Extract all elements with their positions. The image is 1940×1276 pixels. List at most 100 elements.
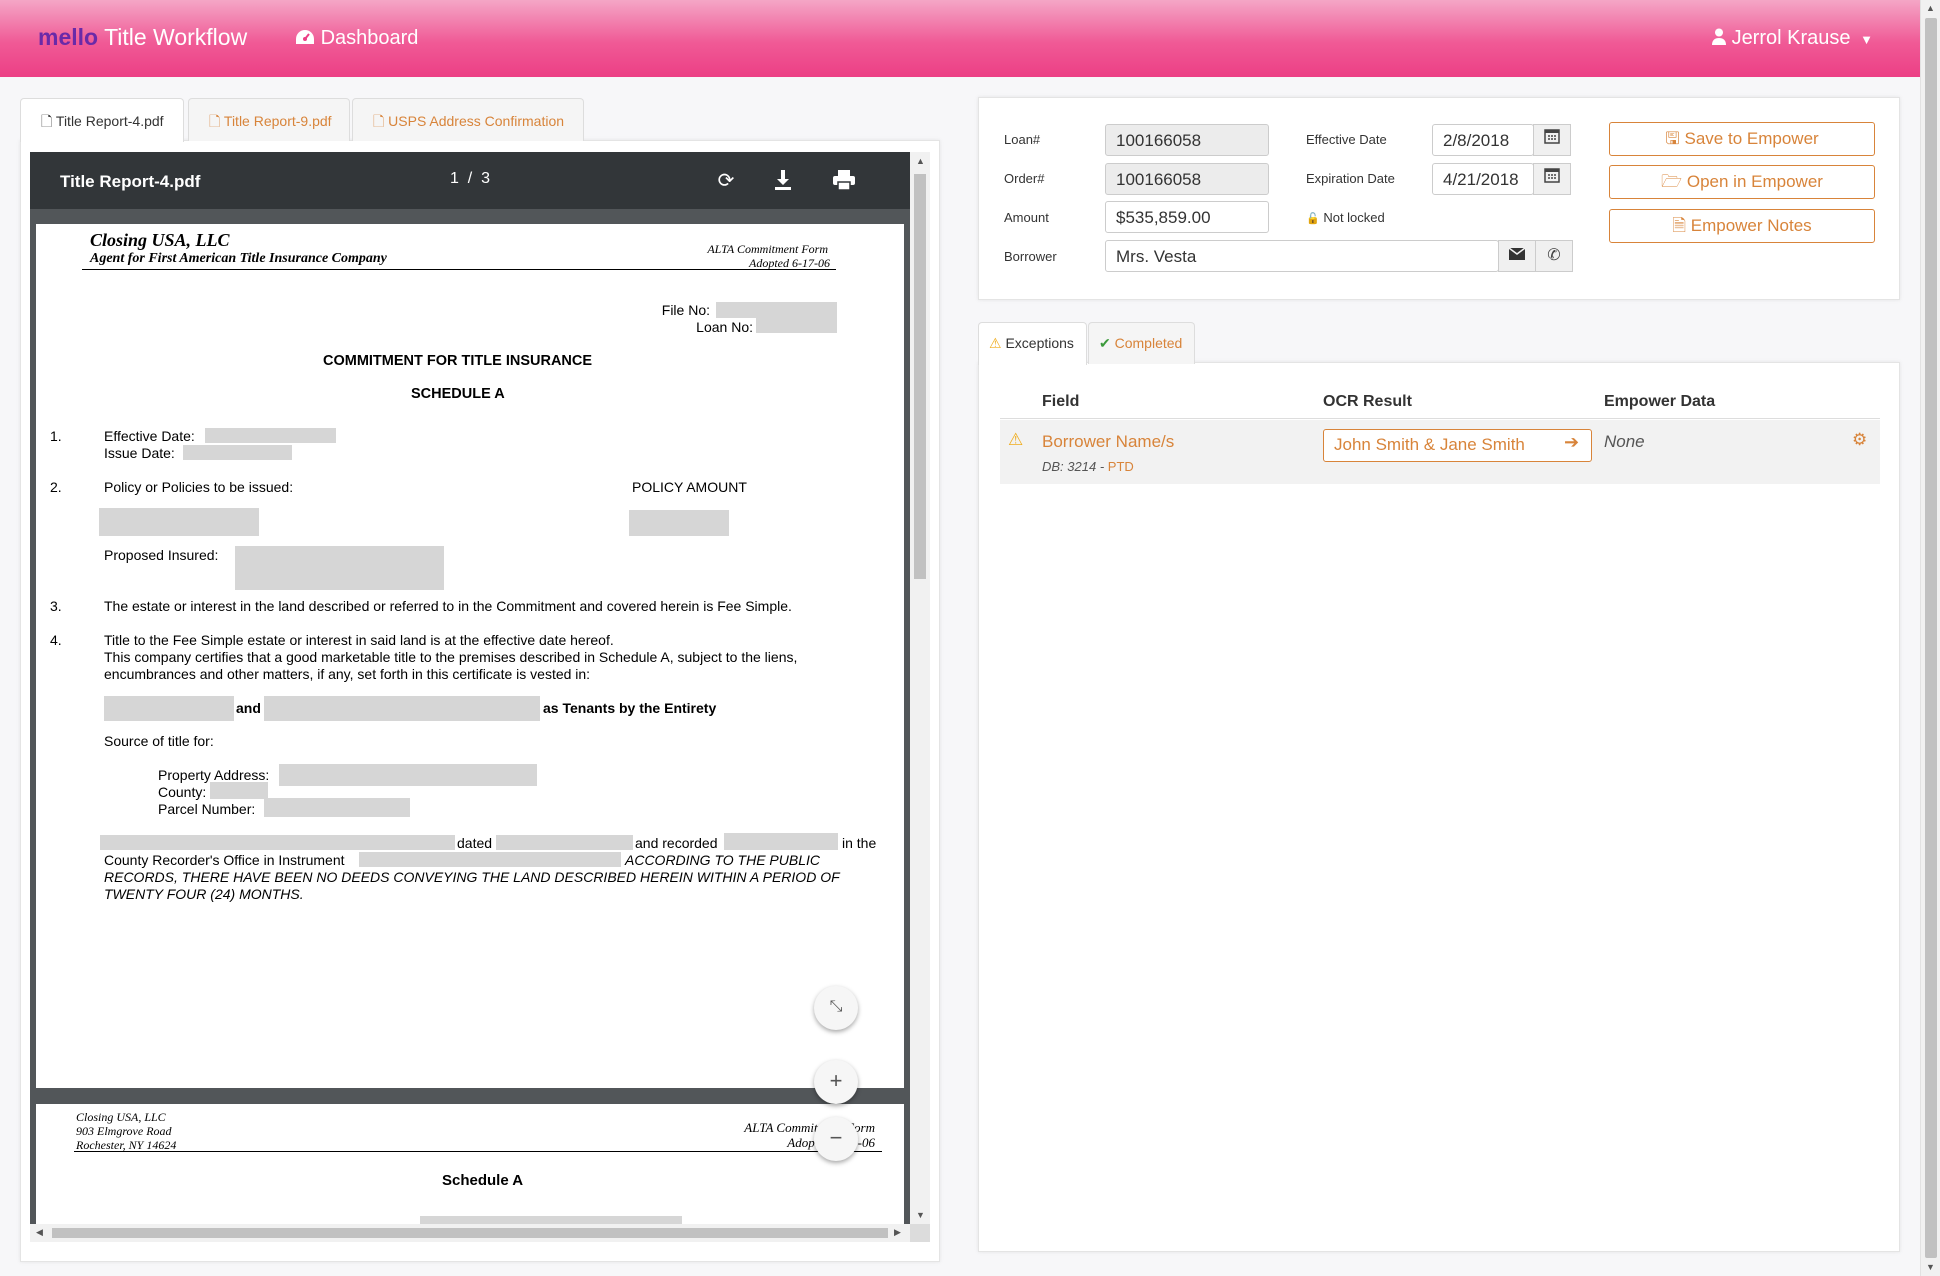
scroll-up-arrow-icon[interactable]: ▲ [916,156,925,166]
loan-no-label: Loan No: [696,319,753,335]
exception-field-name[interactable]: Borrower Name/s [1042,432,1174,452]
tab-label: Title Report-4.pdf [55,113,164,129]
exception-db-info: DB: 3214 - PTD [1042,459,1134,474]
phone-button[interactable]: ✆ [1535,240,1573,272]
window-scrollbar[interactable]: ▲ ▼ [1920,0,1940,1276]
loan-number-field[interactable]: 100166058 [1105,124,1269,156]
page-separator: / [467,170,473,187]
compress-icon: ⤡ [829,998,843,1015]
scrollbar-thumb[interactable] [1925,18,1937,1258]
pdf-file-icon: 🗋 [209,113,221,129]
doc-county-recorder-text: County Recorder's Office in Instrument [104,852,345,868]
empower-notes-button[interactable]: 🗎 Empower Notes [1609,209,1875,243]
print-icon[interactable] [833,170,855,195]
pdf-page-indicator: 1 / 3 [450,170,490,188]
file-text-icon: 🗎 [1672,216,1686,235]
scroll-down-arrow-icon[interactable]: ▼ [916,1210,925,1220]
doc-tenants-text: as Tenants by the Entirety [543,700,717,716]
scrollbar-thumb[interactable] [52,1228,888,1238]
tab-title-report-9[interactable]: 🗋 Title Report-9.pdf [188,98,350,141]
item-number: 3. [50,598,62,614]
redacted-page2-text [420,1216,682,1224]
effective-date-calendar-button[interactable] [1533,124,1571,156]
save-to-empower-button[interactable]: 🖫 Save to Empower [1609,122,1875,156]
scroll-right-arrow-icon[interactable]: ▶ [894,1227,901,1238]
order-number-field[interactable]: 100166058 [1105,163,1269,195]
doc-source-label: Source of title for: [104,733,214,749]
redacted-county [210,782,268,799]
db-prefix: DB: 3214 - [1042,459,1105,474]
table-header-divider [1000,418,1880,419]
amount-field[interactable]: $535,859.00 [1105,201,1269,233]
redacted-file-no [716,302,837,318]
save-button-label: Save to Empower [1684,129,1819,148]
tab-exceptions[interactable]: ⚠ Exceptions [978,322,1087,365]
redacted-parcel [264,798,410,817]
doc2-heading: Schedule A [442,1172,524,1189]
pdf-file-name: Title Report-4.pdf [60,172,201,191]
tab-label: Exceptions [1005,335,1074,351]
doc-policy-label: Policy or Policies to be issued: [104,479,294,495]
doc-public-records-1: ACCORDING TO THE PUBLIC [625,852,820,868]
doc-subheading: SCHEDULE A [411,386,505,402]
effective-date-field[interactable]: 2/8/2018 [1432,124,1534,156]
redacted-loan-no [756,317,837,333]
tab-title-report-4[interactable]: 🗋 Title Report-4.pdf [20,98,184,142]
pdf-vertical-scrollbar[interactable]: ▲ ▼ [910,152,930,1224]
effective-date-label: Effective Date [1306,132,1387,147]
borrower-label: Borrower [1004,249,1057,264]
scroll-down-arrow-icon[interactable]: ▼ [1926,1262,1935,1272]
zoom-in-button[interactable]: + [814,1060,858,1104]
fit-page-button[interactable]: ⤡ [814,986,858,1030]
scroll-up-arrow-icon[interactable]: ▲ [1926,3,1935,13]
dashboard-link[interactable]: Dashboard [295,27,418,50]
doc-heading: COMMITMENT FOR TITLE INSURANCE [323,353,593,369]
zoom-out-button[interactable]: − [814,1117,858,1161]
doc2-address1: 903 Elmgrove Road [76,1124,172,1138]
db-link[interactable]: PTD [1108,459,1134,474]
open-in-empower-button[interactable]: 🗁 Open in Empower [1609,165,1875,199]
rotate-icon[interactable]: ⟳ [714,168,738,193]
lock-status[interactable]: 🔓 Not locked [1306,210,1385,225]
doc-public-records-3: TWENTY FOUR (24) MONTHS. [104,886,304,902]
redacted-instrument-2 [359,852,621,867]
item-number: 4. [50,632,62,648]
minus-icon: − [829,1125,843,1150]
doc-parcel-label: Parcel Number: [158,801,256,817]
warning-icon: ⚠ [989,335,1002,351]
notes-button-label: Empower Notes [1690,216,1812,235]
doc-policy-amount-label: POLICY AMOUNT [632,479,747,495]
tab-usps-address-confirmation[interactable]: 🗋 USPS Address Confirmation [352,98,584,141]
pdf-file-icon: 🗋 [41,113,53,129]
borrower-field[interactable]: Mrs. Vesta [1105,240,1499,272]
redacted-issue-date [183,445,292,460]
tab-label: USPS Address Confirmation [388,113,565,129]
doc-in-the-text: in the [842,835,877,851]
user-icon [1712,28,1726,45]
redacted-policy [99,508,259,536]
dashboard-gauge-icon [296,30,314,44]
brand-logo[interactable]: mello Title Workflow [38,24,247,51]
user-name: Jerrol Krause [1731,27,1851,49]
redacted-proposed-insured [235,546,444,590]
gear-icon[interactable]: ⚙ [1852,430,1867,450]
scrollbar-corner [910,1224,930,1242]
pdf-horizontal-scrollbar[interactable]: ◀ ▶ [30,1224,910,1242]
expiration-date-field[interactable]: 4/21/2018 [1432,163,1534,195]
column-header-field: Field [1042,393,1080,410]
doc-item4-line1: Title to the Fee Simple estate or intere… [104,632,614,648]
doc-effective-date-label: Effective Date: [104,428,195,444]
calendar-icon [1544,129,1560,144]
redacted-instrument-1 [100,835,455,850]
expiration-date-calendar-button[interactable] [1533,163,1571,195]
email-button[interactable] [1498,240,1536,272]
doc-company-name: Closing USA, LLC [90,230,230,250]
download-icon[interactable] [774,170,792,195]
scrollbar-thumb[interactable] [914,174,926,579]
scroll-left-arrow-icon[interactable]: ◀ [36,1227,43,1238]
tab-completed[interactable]: ✔ Completed [1088,322,1195,364]
tab-label: Title Report-9.pdf [223,113,332,129]
user-menu[interactable]: Jerrol Krause ▼ [1712,27,1873,50]
pdf-file-icon: 🗋 [373,113,385,129]
calendar-icon [1544,168,1560,183]
